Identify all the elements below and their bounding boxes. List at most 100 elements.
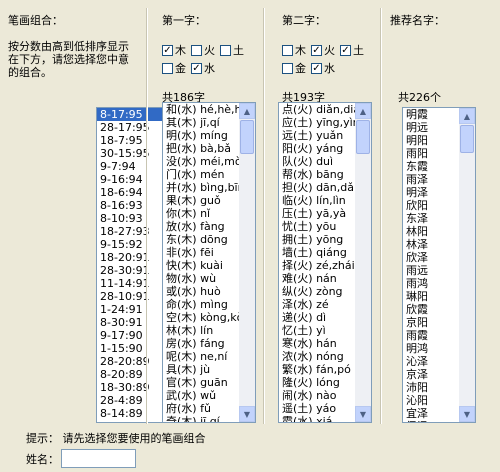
list-item[interactable]: 其(木) jī,qí: [163, 116, 239, 129]
list-item[interactable]: 放(水) fàng: [163, 220, 239, 233]
list-item[interactable]: 担(火) dān,dǎn: [279, 181, 355, 194]
list-item[interactable]: 房(水) fáng: [163, 337, 239, 350]
first-char-scrollbar[interactable]: ▲ ▼: [239, 103, 255, 422]
list-item[interactable]: 府(水) fǔ: [163, 402, 239, 415]
list-item[interactable]: 或(水) huò: [163, 285, 239, 298]
scroll-up-button[interactable]: ▲: [239, 103, 255, 119]
list-item[interactable]: 霞(水) xiá: [279, 415, 355, 422]
list-item[interactable]: 非(水) fēi: [163, 246, 239, 259]
list-item[interactable]: 门(水) mén: [163, 168, 239, 181]
first-char-fire-checkbox[interactable]: 火: [191, 42, 215, 58]
first-char-wood-checkbox[interactable]: ✓ 木: [162, 42, 186, 58]
list-item[interactable]: 奇(木) jī,qí: [163, 415, 239, 422]
list-item[interactable]: 阳(火) yáng: [279, 142, 355, 155]
list-item[interactable]: 明鸿: [403, 342, 459, 355]
list-item[interactable]: 雨霞: [403, 329, 459, 342]
first-char-water-checkbox[interactable]: ✓ 水: [191, 60, 215, 76]
checkbox-box[interactable]: [282, 62, 293, 74]
list-item[interactable]: 递(火) dì: [279, 311, 355, 324]
list-item[interactable]: 佩泽: [403, 420, 459, 422]
list-item[interactable]: 沁阳: [403, 394, 459, 407]
recommended-names-list[interactable]: 明霞 明远 明阳 雨阳 东霞 雨泽 明泽 欣阳 东泽 林阳 林泽 欣泽 雨远 雨鸿 琳阳 欣霞 京阳 雨霞 明鸿 沁泽…: [402, 107, 476, 423]
checkbox-box[interactable]: ✓: [311, 62, 322, 74]
scroll-down-button[interactable]: ▼: [239, 406, 255, 422]
list-item[interactable]: 呢(木) ne,ní: [163, 350, 239, 363]
list-item[interactable]: 具(木) jù: [163, 363, 239, 376]
checkbox-box[interactable]: [220, 44, 231, 56]
list-item[interactable]: 队(火) duì: [279, 155, 355, 168]
list-item[interactable]: 明(水) míng: [163, 129, 239, 142]
list-item[interactable]: 雨阳: [403, 147, 459, 160]
list-item[interactable]: 并(水) bìng,bīn: [163, 181, 239, 194]
list-item[interactable]: 沛阳: [403, 381, 459, 394]
list-item[interactable]: 临(火) lín,lìn: [279, 194, 355, 207]
list-item[interactable]: 物(水) wù: [163, 272, 239, 285]
list-item[interactable]: 明泽: [403, 186, 459, 199]
scroll-thumb[interactable]: [356, 120, 370, 154]
list-item[interactable]: 浓(水) nóng: [279, 350, 355, 363]
scroll-down-button[interactable]: ▼: [459, 406, 475, 422]
name-input[interactable]: [61, 449, 136, 468]
first-char-list[interactable]: 和(水) hé,hè,h 其(木) jī,qí 明(水) míng 把(水) bà,b…: [162, 102, 256, 423]
checkbox-box[interactable]: [282, 44, 293, 56]
list-item[interactable]: 择(火) zé,zhái: [279, 259, 355, 272]
checkbox-box[interactable]: ✓: [340, 44, 351, 56]
checkbox-box[interactable]: ✓: [162, 44, 173, 56]
list-item[interactable]: 泽(水) zé: [279, 298, 355, 311]
list-item[interactable]: 压(土) yā,yà: [279, 207, 355, 220]
checkbox-box[interactable]: ✓: [191, 62, 202, 74]
list-item[interactable]: 应(土) yīng,yìn: [279, 116, 355, 129]
list-item[interactable]: 欣阳: [403, 199, 459, 212]
checkbox-box[interactable]: [162, 62, 173, 74]
list-item[interactable]: 雨泽: [403, 173, 459, 186]
second-char-list[interactable]: 点(火) diǎn,dia 应(土) yīng,yìn 远(土) yuǎn 阳(火) …: [278, 102, 372, 423]
list-item[interactable]: 沁泽: [403, 355, 459, 368]
list-item[interactable]: 和(水) hé,hè,h: [163, 103, 239, 116]
list-item[interactable]: 没(水) méi,mò: [163, 155, 239, 168]
list-item[interactable]: 明远: [403, 121, 459, 134]
second-char-water-checkbox[interactable]: ✓ 水: [311, 60, 335, 76]
second-char-metal-checkbox[interactable]: 金: [282, 60, 306, 76]
first-char-earth-checkbox[interactable]: 土: [220, 42, 244, 58]
list-item[interactable]: 东霞: [403, 160, 459, 173]
list-item[interactable]: 拥(土) yōng: [279, 233, 355, 246]
second-char-wood-checkbox[interactable]: 木: [282, 42, 306, 58]
list-item[interactable]: 欣霞: [403, 303, 459, 316]
second-char-scrollbar[interactable]: ▲ ▼: [355, 103, 371, 422]
scroll-up-button[interactable]: ▲: [459, 108, 475, 124]
list-item[interactable]: 繁(水) fán,pó: [279, 363, 355, 376]
list-item[interactable]: 果(木) guǒ: [163, 194, 239, 207]
list-item[interactable]: 京泽: [403, 368, 459, 381]
list-item[interactable]: 宜泽: [403, 407, 459, 420]
list-item[interactable]: 京阳: [403, 316, 459, 329]
list-item[interactable]: 远(土) yuǎn: [279, 129, 355, 142]
list-item[interactable]: 林泽: [403, 238, 459, 251]
list-item[interactable]: 寒(水) hán: [279, 337, 355, 350]
list-item[interactable]: 明阳: [403, 134, 459, 147]
list-item[interactable]: 忧(土) yōu: [279, 220, 355, 233]
checkbox-box[interactable]: [191, 44, 202, 56]
scroll-thumb[interactable]: [240, 120, 254, 154]
list-item[interactable]: 武(水) wǔ: [163, 389, 239, 402]
list-item[interactable]: 纵(火) zòng: [279, 285, 355, 298]
list-item[interactable]: 官(木) guān: [163, 376, 239, 389]
list-item[interactable]: 遥(土) yáo: [279, 402, 355, 415]
list-item[interactable]: 难(火) nán: [279, 272, 355, 285]
list-item[interactable]: 东(木) dōng: [163, 233, 239, 246]
list-item[interactable]: 命(水) mìng: [163, 298, 239, 311]
list-item[interactable]: 快(木) kuài: [163, 259, 239, 272]
list-item[interactable]: 林阳: [403, 225, 459, 238]
scroll-up-button[interactable]: ▲: [355, 103, 371, 119]
list-item[interactable]: 点(火) diǎn,dia: [279, 103, 355, 116]
checkbox-box[interactable]: ✓: [311, 44, 322, 56]
list-item[interactable]: 闹(水) nào: [279, 389, 355, 402]
list-item[interactable]: 空(木) kòng,kǒ: [163, 311, 239, 324]
list-item[interactable]: 墙(土) qiáng: [279, 246, 355, 259]
list-item[interactable]: 你(木) nǐ: [163, 207, 239, 220]
list-item[interactable]: 帮(水) bāng: [279, 168, 355, 181]
list-item[interactable]: 东泽: [403, 212, 459, 225]
list-item[interactable]: 欣泽: [403, 251, 459, 264]
first-char-metal-checkbox[interactable]: 金: [162, 60, 186, 76]
list-item[interactable]: 明霞: [403, 108, 459, 121]
recommended-names-scrollbar[interactable]: ▲ ▼: [459, 108, 475, 422]
